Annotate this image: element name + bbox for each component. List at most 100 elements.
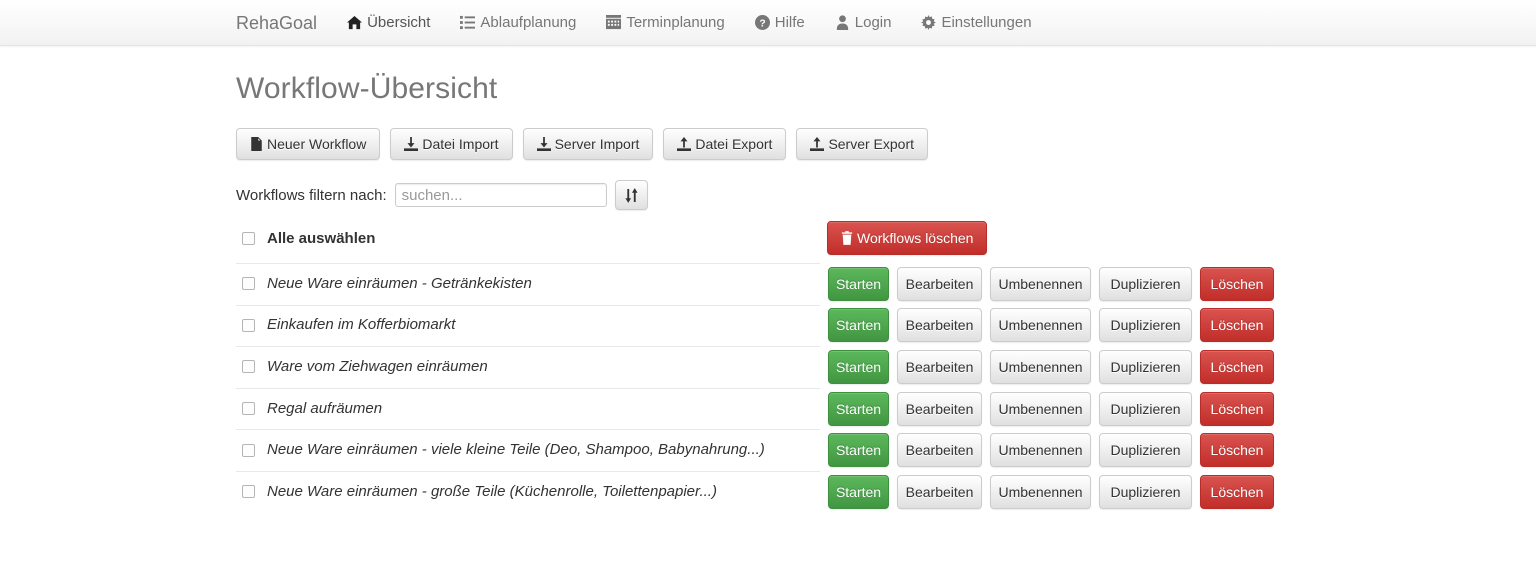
select-all-row: Alle auswählen Workflows löschen bbox=[236, 219, 1536, 257]
workflow-actions: Starten Bearbeiten Umbenennen Dupliziere… bbox=[828, 266, 1274, 301]
main-navbar: RehaGoal Übersicht Ablaufplanung Terminp… bbox=[0, 0, 1536, 46]
file-import-button[interactable]: Datei Import bbox=[390, 128, 513, 160]
rename-button[interactable]: Umbenennen bbox=[990, 349, 1091, 384]
delete-button[interactable]: Löschen bbox=[1200, 433, 1274, 468]
nav-item-hilfe[interactable]: ? Hilfe bbox=[740, 13, 820, 33]
file-export-button[interactable]: Datei Export bbox=[663, 128, 787, 160]
nav-item-uebersicht[interactable]: Übersicht bbox=[332, 13, 445, 33]
workflow-actions: Starten Bearbeiten Umbenennen Dupliziere… bbox=[828, 391, 1274, 426]
filter-label: Workflows filtern nach: bbox=[236, 186, 387, 204]
duplicate-button[interactable]: Duplizieren bbox=[1099, 308, 1192, 343]
main-container: Workflow-Übersicht Neuer Workflow Datei … bbox=[236, 46, 1536, 513]
server-import-button[interactable]: Server Import bbox=[522, 128, 654, 160]
edit-button[interactable]: Bearbeiten bbox=[897, 433, 982, 468]
delete-button[interactable]: Löschen bbox=[1200, 391, 1274, 426]
file-import-label: Datei Import bbox=[422, 136, 499, 152]
nav-item-terminplanung[interactable]: Terminplanung bbox=[591, 13, 739, 33]
navbar-inner: RehaGoal Übersicht Ablaufplanung Terminp… bbox=[236, 13, 1047, 33]
nav-label-uebersicht: Übersicht bbox=[367, 13, 431, 31]
row-separator bbox=[236, 304, 820, 306]
table-row: Neue Ware einräumen - Getränkekisten Sta… bbox=[236, 263, 1536, 305]
row-separator bbox=[236, 346, 820, 348]
delete-workflows-button[interactable]: Workflows löschen bbox=[827, 221, 988, 255]
delete-button[interactable]: Löschen bbox=[1200, 308, 1274, 343]
workflow-actions: Starten Bearbeiten Umbenennen Dupliziere… bbox=[828, 308, 1274, 343]
row-separator bbox=[236, 387, 820, 389]
row-separator bbox=[236, 429, 820, 431]
delete-button[interactable]: Löschen bbox=[1200, 349, 1274, 384]
delete-button[interactable]: Löschen bbox=[1200, 266, 1274, 301]
duplicate-button[interactable]: Duplizieren bbox=[1099, 391, 1192, 426]
calendar-icon bbox=[606, 15, 622, 30]
start-button[interactable]: Starten bbox=[828, 308, 889, 343]
download-icon bbox=[404, 137, 419, 151]
sort-button[interactable] bbox=[614, 180, 648, 210]
table-row: Einkaufen im Kofferbiomarkt Starten Bear… bbox=[236, 304, 1536, 347]
server-export-button[interactable]: Server Export bbox=[796, 128, 929, 160]
rename-button[interactable]: Umbenennen bbox=[990, 308, 1091, 343]
user-icon bbox=[835, 15, 850, 30]
workflow-name: Einkaufen im Kofferbiomarkt bbox=[267, 316, 456, 334]
workflow-checkbox[interactable] bbox=[242, 360, 255, 374]
delete-workflows-label: Workflows löschen bbox=[857, 230, 974, 246]
nav-item-login[interactable]: Login bbox=[820, 13, 907, 33]
start-button[interactable]: Starten bbox=[828, 349, 889, 384]
duplicate-button[interactable]: Duplizieren bbox=[1099, 474, 1192, 509]
row-separator bbox=[236, 470, 820, 472]
select-all-checkbox[interactable] bbox=[242, 231, 255, 245]
list-icon bbox=[460, 15, 476, 30]
rename-button[interactable]: Umbenennen bbox=[990, 266, 1091, 301]
edit-button[interactable]: Bearbeiten bbox=[897, 266, 982, 301]
edit-button[interactable]: Bearbeiten bbox=[897, 349, 982, 384]
svg-text:?: ? bbox=[759, 18, 765, 29]
duplicate-button[interactable]: Duplizieren bbox=[1099, 433, 1192, 468]
help-circle-icon: ? bbox=[754, 15, 770, 30]
rename-button[interactable]: Umbenennen bbox=[990, 474, 1091, 509]
workflow-checkbox[interactable] bbox=[242, 485, 255, 499]
rename-button[interactable]: Umbenennen bbox=[990, 391, 1091, 426]
trash-icon bbox=[841, 231, 853, 245]
edit-button[interactable]: Bearbeiten bbox=[897, 474, 982, 509]
workflow-checkbox[interactable] bbox=[242, 318, 255, 332]
table-row: Neue Ware einräumen - große Teile (Küche… bbox=[236, 470, 1536, 513]
sort-updown-icon bbox=[625, 187, 638, 203]
file-icon bbox=[250, 137, 263, 151]
table-row: Neue Ware einräumen - viele kleine Teile… bbox=[236, 429, 1536, 471]
duplicate-button[interactable]: Duplizieren bbox=[1099, 266, 1192, 301]
brand-logo[interactable]: RehaGoal bbox=[236, 13, 332, 33]
new-workflow-button[interactable]: Neuer Workflow bbox=[236, 128, 381, 160]
start-button[interactable]: Starten bbox=[828, 474, 889, 509]
workflow-actions: Starten Bearbeiten Umbenennen Dupliziere… bbox=[828, 433, 1274, 468]
nav-label-hilfe: Hilfe bbox=[774, 13, 805, 31]
filter-row: Workflows filtern nach: bbox=[236, 180, 1536, 210]
workflow-name: Regal aufräumen bbox=[267, 399, 383, 417]
workflow-checkbox[interactable] bbox=[242, 277, 255, 291]
rename-button[interactable]: Umbenennen bbox=[990, 433, 1091, 468]
table-row: Regal aufräumen Starten Bearbeiten Umben… bbox=[236, 387, 1536, 430]
workflow-checkbox[interactable] bbox=[242, 402, 255, 416]
search-input[interactable] bbox=[394, 183, 607, 207]
delete-button[interactable]: Löschen bbox=[1200, 474, 1274, 509]
upload-icon bbox=[810, 137, 825, 151]
start-button[interactable]: Starten bbox=[828, 433, 889, 468]
nav-item-ablaufplanung[interactable]: Ablaufplanung bbox=[445, 13, 591, 33]
duplicate-button[interactable]: Duplizieren bbox=[1099, 349, 1192, 384]
new-workflow-label: Neuer Workflow bbox=[267, 136, 367, 152]
edit-button[interactable]: Bearbeiten bbox=[897, 391, 982, 426]
workflow-checkbox[interactable] bbox=[242, 443, 255, 457]
server-export-label: Server Export bbox=[828, 136, 915, 152]
workflow-name: Neue Ware einräumen - Getränkekisten bbox=[267, 274, 532, 292]
workflow-actions: Starten Bearbeiten Umbenennen Dupliziere… bbox=[828, 349, 1274, 384]
page-title: Workflow-Übersicht bbox=[236, 72, 498, 105]
start-button[interactable]: Starten bbox=[828, 266, 889, 301]
workflow-name: Neue Ware einräumen - große Teile (Küche… bbox=[267, 482, 717, 500]
nav-item-einstellungen[interactable]: Einstellungen bbox=[906, 13, 1046, 33]
start-button[interactable]: Starten bbox=[828, 391, 889, 426]
nav-label-terminplanung: Terminplanung bbox=[626, 13, 725, 31]
edit-button[interactable]: Bearbeiten bbox=[897, 308, 982, 343]
file-export-label: Datei Export bbox=[695, 136, 773, 152]
row-separator bbox=[236, 263, 820, 264]
nav-label-login: Login bbox=[854, 13, 892, 31]
workflow-actions: Starten Bearbeiten Umbenennen Dupliziere… bbox=[828, 474, 1274, 509]
gear-icon bbox=[921, 15, 937, 30]
